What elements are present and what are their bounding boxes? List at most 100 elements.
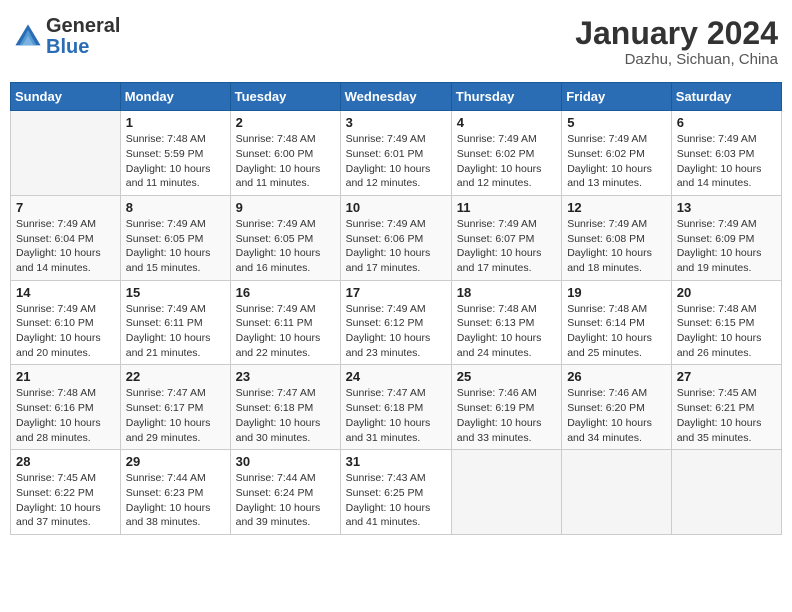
col-header-tuesday: Tuesday [230,83,340,111]
day-info: Sunrise: 7:49 AM Sunset: 6:11 PM Dayligh… [126,302,225,361]
day-info: Sunrise: 7:49 AM Sunset: 6:11 PM Dayligh… [236,302,335,361]
day-info: Sunrise: 7:48 AM Sunset: 6:14 PM Dayligh… [567,302,666,361]
day-number: 8 [126,200,225,215]
day-info: Sunrise: 7:47 AM Sunset: 6:18 PM Dayligh… [236,386,335,445]
day-number: 1 [126,115,225,130]
day-cell: 13Sunrise: 7:49 AM Sunset: 6:09 PM Dayli… [671,195,781,280]
day-info: Sunrise: 7:49 AM Sunset: 6:01 PM Dayligh… [346,132,446,191]
day-info: Sunrise: 7:43 AM Sunset: 6:25 PM Dayligh… [346,471,446,530]
day-cell: 15Sunrise: 7:49 AM Sunset: 6:11 PM Dayli… [120,280,230,365]
day-info: Sunrise: 7:44 AM Sunset: 6:23 PM Dayligh… [126,471,225,530]
day-number: 6 [677,115,776,130]
day-info: Sunrise: 7:48 AM Sunset: 6:00 PM Dayligh… [236,132,335,191]
day-cell: 2 Sunrise: 7:48 AM Sunset: 6:00 PM Daylig… [230,111,340,196]
day-info: Sunrise: 7:44 AM Sunset: 6:24 PM Dayligh… [236,471,335,530]
day-info: Sunrise: 7:49 AM Sunset: 6:05 PM Dayligh… [126,217,225,276]
day-number: 30 [236,454,335,469]
day-number: 27 [677,369,776,384]
week-row-2: 7 Sunrise: 7:49 AM Sunset: 6:04 PM Daylig… [11,195,782,280]
day-number: 2 [236,115,335,130]
day-cell: 16 Sunrise: 7:49 AM Sunset: 6:11 PM Dayli… [230,280,340,365]
day-number: 23 [236,369,335,384]
day-cell: 6 Sunrise: 7:49 AM Sunset: 6:03 PM Daylig… [671,111,781,196]
day-cell: 11 Sunrise: 7:49 AM Sunset: 6:07 PM Dayli… [451,195,561,280]
day-info: Sunrise: 7:49 AM Sunset: 6:08 PM Dayligh… [567,217,666,276]
day-number: 9 [236,200,335,215]
day-info: Sunrise: 7:49 AM Sunset: 6:03 PM Dayligh… [677,132,776,191]
day-cell [451,450,561,535]
day-number: 16 [236,285,335,300]
day-info: Sunrise: 7:47 AM Sunset: 6:18 PM Dayligh… [346,386,446,445]
day-cell: 10 Sunrise: 7:49 AM Sunset: 6:06 PM Dayli… [340,195,451,280]
day-info: Sunrise: 7:49 AM Sunset: 6:05 PM Dayligh… [236,217,335,276]
day-info: Sunrise: 7:49 AM Sunset: 6:02 PM Dayligh… [567,132,666,191]
logo-general: General [46,15,120,37]
calendar-header-row: SundayMondayTuesdayWednesdayThursdayFrid… [11,83,782,111]
day-number: 25 [457,369,556,384]
day-cell: 7 Sunrise: 7:49 AM Sunset: 6:04 PM Daylig… [11,195,121,280]
logo-text: General Blue [46,16,120,58]
day-number: 28 [16,454,115,469]
day-cell: 12Sunrise: 7:49 AM Sunset: 6:08 PM Dayli… [562,195,672,280]
day-number: 24 [346,369,446,384]
day-cell: 17 Sunrise: 7:49 AM Sunset: 6:12 PM Dayli… [340,280,451,365]
day-cell: 27 Sunrise: 7:45 AM Sunset: 6:21 PM Dayli… [671,365,781,450]
day-number: 10 [346,200,446,215]
day-number: 17 [346,285,446,300]
day-number: 20 [677,285,776,300]
day-cell: 8 Sunrise: 7:49 AM Sunset: 6:05 PM Daylig… [120,195,230,280]
day-info: Sunrise: 7:45 AM Sunset: 6:22 PM Dayligh… [16,471,115,530]
day-cell: 22 Sunrise: 7:47 AM Sunset: 6:17 PM Dayli… [120,365,230,450]
day-cell: 1Sunrise: 7:48 AM Sunset: 5:59 PM Daylig… [120,111,230,196]
day-info: Sunrise: 7:46 AM Sunset: 6:19 PM Dayligh… [457,386,556,445]
day-cell: 3Sunrise: 7:49 AM Sunset: 6:01 PM Daylig… [340,111,451,196]
day-cell: 20 Sunrise: 7:48 AM Sunset: 6:15 PM Dayli… [671,280,781,365]
day-number: 14 [16,285,115,300]
day-info: Sunrise: 7:48 AM Sunset: 6:16 PM Dayligh… [16,386,115,445]
col-header-monday: Monday [120,83,230,111]
day-cell [671,450,781,535]
day-number: 7 [16,200,115,215]
day-info: Sunrise: 7:49 AM Sunset: 6:12 PM Dayligh… [346,302,446,361]
day-number: 22 [126,369,225,384]
col-header-sunday: Sunday [11,83,121,111]
day-number: 19 [567,285,666,300]
day-cell: 4Sunrise: 7:49 AM Sunset: 6:02 PM Daylig… [451,111,561,196]
day-number: 31 [346,454,446,469]
logo-blue: Blue [46,36,89,58]
day-info: Sunrise: 7:45 AM Sunset: 6:21 PM Dayligh… [677,386,776,445]
day-number: 29 [126,454,225,469]
day-cell: 18 Sunrise: 7:48 AM Sunset: 6:13 PM Dayli… [451,280,561,365]
day-cell: 21Sunrise: 7:48 AM Sunset: 6:16 PM Dayli… [11,365,121,450]
col-header-wednesday: Wednesday [340,83,451,111]
day-info: Sunrise: 7:48 AM Sunset: 6:15 PM Dayligh… [677,302,776,361]
logo-icon [14,23,42,51]
week-row-1: 1Sunrise: 7:48 AM Sunset: 5:59 PM Daylig… [11,111,782,196]
day-cell: 23 Sunrise: 7:47 AM Sunset: 6:18 PM Dayli… [230,365,340,450]
day-cell: 9 Sunrise: 7:49 AM Sunset: 6:05 PM Daylig… [230,195,340,280]
col-header-saturday: Saturday [671,83,781,111]
day-info: Sunrise: 7:49 AM Sunset: 6:07 PM Dayligh… [457,217,556,276]
col-header-friday: Friday [562,83,672,111]
calendar-table: SundayMondayTuesdayWednesdayThursdayFrid… [10,82,782,535]
day-number: 18 [457,285,556,300]
week-row-4: 21Sunrise: 7:48 AM Sunset: 6:16 PM Dayli… [11,365,782,450]
week-row-5: 28 Sunrise: 7:45 AM Sunset: 6:22 PM Dayli… [11,450,782,535]
day-cell: 26 Sunrise: 7:46 AM Sunset: 6:20 PM Dayli… [562,365,672,450]
day-info: Sunrise: 7:47 AM Sunset: 6:17 PM Dayligh… [126,386,225,445]
day-number: 11 [457,200,556,215]
day-cell: 31 Sunrise: 7:43 AM Sunset: 6:25 PM Dayli… [340,450,451,535]
day-info: Sunrise: 7:49 AM Sunset: 6:04 PM Dayligh… [16,217,115,276]
day-cell [562,450,672,535]
day-cell: 14 Sunrise: 7:49 AM Sunset: 6:10 PM Dayli… [11,280,121,365]
col-header-thursday: Thursday [451,83,561,111]
location: Dazhu, Sichuan, China [575,51,778,68]
day-number: 26 [567,369,666,384]
day-info: Sunrise: 7:46 AM Sunset: 6:20 PM Dayligh… [567,386,666,445]
day-info: Sunrise: 7:48 AM Sunset: 6:13 PM Dayligh… [457,302,556,361]
day-info: Sunrise: 7:49 AM Sunset: 6:06 PM Dayligh… [346,217,446,276]
day-cell: 5Sunrise: 7:49 AM Sunset: 6:02 PM Daylig… [562,111,672,196]
day-cell: 24 Sunrise: 7:47 AM Sunset: 6:18 PM Dayli… [340,365,451,450]
day-cell: 29 Sunrise: 7:44 AM Sunset: 6:23 PM Dayli… [120,450,230,535]
day-info: Sunrise: 7:49 AM Sunset: 6:10 PM Dayligh… [16,302,115,361]
